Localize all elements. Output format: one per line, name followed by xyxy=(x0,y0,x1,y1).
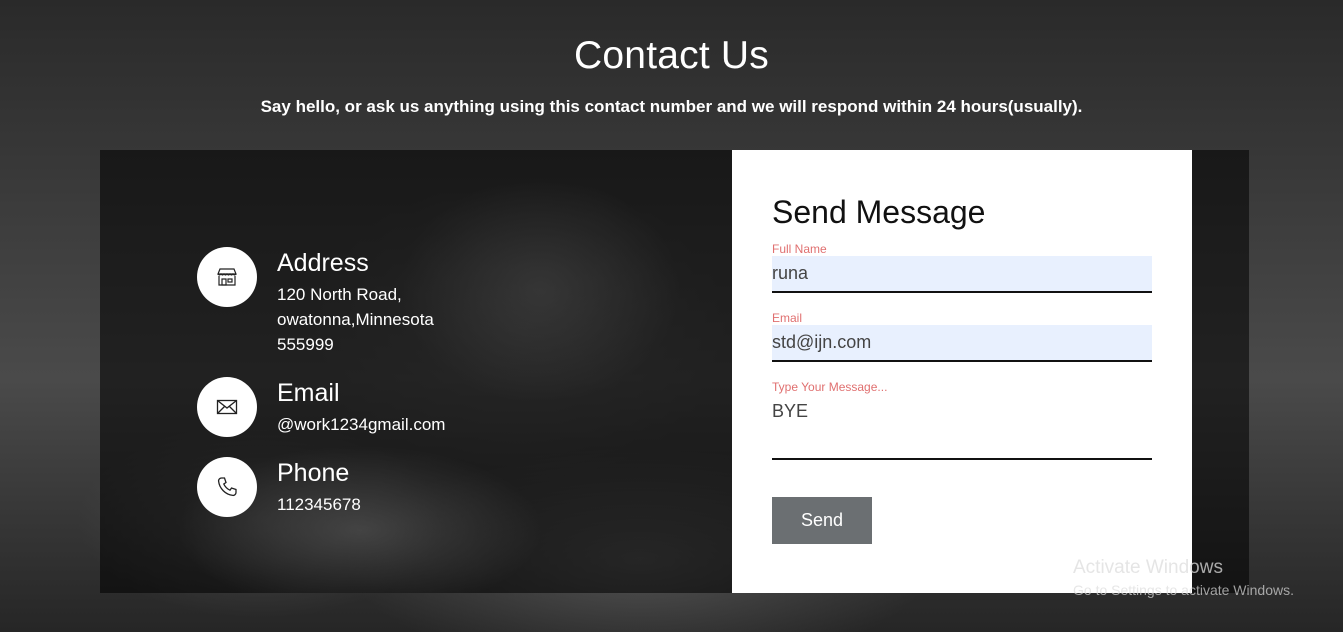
email-value: @work1234gmail.com xyxy=(277,415,446,434)
store-icon xyxy=(217,268,237,286)
phone-icon xyxy=(217,477,237,497)
form-title: Send Message xyxy=(772,194,986,230)
page-title: Contact Us xyxy=(574,34,769,77)
phone-title: Phone xyxy=(277,459,350,487)
activation-watermark-subtitle: Go to Settings to activate Windows. xyxy=(1073,582,1294,598)
email-icon-circle xyxy=(197,377,257,437)
email-title: Email xyxy=(277,379,340,407)
address-line-3: 555999 xyxy=(277,335,334,354)
message-textarea[interactable]: BYE xyxy=(772,399,1152,460)
contact-panel-backdrop xyxy=(100,150,732,593)
email-input[interactable] xyxy=(772,325,1152,362)
phone-icon-circle xyxy=(197,457,257,517)
send-button[interactable]: Send xyxy=(772,497,872,544)
activation-watermark-title: Activate Windows xyxy=(1073,557,1223,578)
message-label: Type Your Message... xyxy=(772,380,888,394)
full-name-input[interactable] xyxy=(772,256,1152,293)
address-line-2: owatonna,Minnesota xyxy=(277,310,434,329)
send-message-form: Send Message Full Name Email Type Your M… xyxy=(732,150,1192,593)
address-title: Address xyxy=(277,249,369,277)
full-name-label: Full Name xyxy=(772,242,827,256)
page-subtitle: Say hello, or ask us anything using this… xyxy=(260,97,1083,116)
phone-value: 112345678 xyxy=(277,495,361,514)
email-label: Email xyxy=(772,311,803,325)
address-icon-circle xyxy=(197,247,257,307)
address-line-1: 120 North Road, xyxy=(277,285,402,304)
envelope-icon xyxy=(216,399,238,415)
